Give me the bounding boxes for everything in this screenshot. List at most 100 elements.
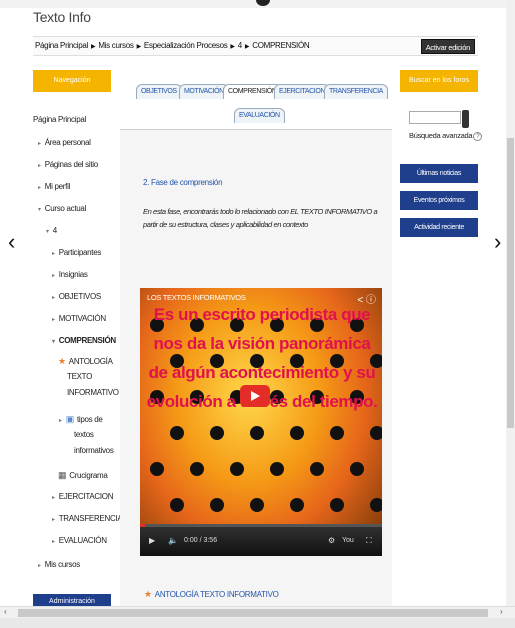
nav-item-course-4[interactable]: ▾ 4 bbox=[46, 226, 57, 235]
antologia-link[interactable]: ★ ANTOLOGÍA TEXTO INFORMATIVO bbox=[144, 589, 279, 600]
collapsed-icon: ▸ bbox=[52, 251, 55, 257]
pattern-dot bbox=[250, 426, 264, 440]
nav-item-label: Páginas del sitio bbox=[44, 160, 98, 169]
recent-activity-block[interactable]: Actividad reciente bbox=[400, 218, 478, 237]
youtube-logo-icon[interactable]: You bbox=[342, 537, 354, 544]
expanded-icon: ▾ bbox=[52, 339, 55, 345]
horizontal-scrollbar[interactable]: ‹ › bbox=[0, 606, 515, 618]
breadcrumb-item-my-courses[interactable]: Mis cursos bbox=[98, 41, 134, 50]
nav-item-label: tipos de bbox=[76, 415, 103, 424]
nav-item-site-pages[interactable]: ▸ Páginas del sitio bbox=[38, 160, 98, 169]
nav-item-comprension[interactable]: ▾ COMPRENSIÓN bbox=[52, 336, 116, 345]
settings-icon[interactable]: ⚙ bbox=[328, 536, 335, 545]
video-progress-fill bbox=[140, 524, 145, 527]
nav-item-label: Mi perfil bbox=[44, 182, 71, 191]
phase-description: En esta fase, encontrarás todo lo relaci… bbox=[143, 207, 378, 229]
scroll-left-icon[interactable]: ‹ bbox=[4, 607, 7, 616]
nav-item-my-profile[interactable]: ▸ Mi perfil bbox=[38, 182, 70, 191]
video-progress-bar[interactable] bbox=[140, 524, 382, 527]
tab-evaluacion[interactable]: EVALUACIÓN bbox=[234, 108, 285, 123]
vertical-scroll-thumb[interactable] bbox=[507, 138, 514, 428]
advanced-search-link[interactable]: Búsqueda avanzada? bbox=[409, 131, 483, 141]
nav-item-label: informativos bbox=[74, 446, 114, 455]
nav-item-evaluacion[interactable]: ▸ EVALUACIÓN bbox=[52, 536, 107, 545]
nav-item-participants[interactable]: ▸ Participantes bbox=[52, 248, 101, 257]
collapsed-icon: ▸ bbox=[38, 563, 41, 569]
top-dot-icon bbox=[256, 0, 270, 6]
upcoming-events-block[interactable]: Eventos próximos bbox=[400, 191, 478, 210]
latest-news-block[interactable]: Últimas noticias bbox=[400, 164, 478, 183]
tab-objetivos[interactable]: OBJETIVOS bbox=[136, 84, 182, 99]
nav-item-antologia[interactable]: ★ ANTOLOGÍA bbox=[58, 356, 113, 367]
nav-item-label: TRANSFERENCIA bbox=[58, 514, 123, 523]
nav-item-label: Mis cursos bbox=[44, 560, 81, 569]
next-page-arrow-icon[interactable]: › bbox=[494, 229, 501, 255]
nav-item-label: COMPRENSIÓN bbox=[58, 336, 116, 345]
nav-item-crucigrama[interactable]: ▦ Crucigrama bbox=[58, 470, 108, 481]
forum-search-input[interactable] bbox=[409, 111, 461, 124]
breadcrumb-separator-icon: ▶ bbox=[136, 44, 142, 50]
vertical-scrollbar[interactable] bbox=[506, 0, 515, 606]
collapsed-icon: ▸ bbox=[52, 517, 55, 523]
nav-item-my-courses[interactable]: ▸ Mis cursos bbox=[38, 560, 80, 569]
nav-item-label: Crucigrama bbox=[69, 471, 108, 480]
breadcrumb-item-section[interactable]: 4 bbox=[238, 41, 242, 50]
scroll-right-icon[interactable]: › bbox=[500, 607, 503, 616]
tab-transferencia[interactable]: TRANSFERENCIA bbox=[324, 84, 388, 99]
breadcrumb-separator-icon: ▶ bbox=[230, 44, 235, 50]
breadcrumb: Página Principal ▶ Mis cursos ▶ Especializac… bbox=[35, 41, 312, 50]
breadcrumb-separator-icon: ▶ bbox=[91, 44, 96, 50]
help-icon[interactable]: ? bbox=[473, 132, 483, 141]
pattern-dot bbox=[210, 498, 224, 512]
nav-item-label: TEXTO bbox=[67, 372, 93, 381]
breadcrumb-item-home[interactable]: Página Principal bbox=[35, 41, 88, 50]
pattern-dot bbox=[190, 462, 204, 476]
forum-search-title[interactable]: Buscar en los foros bbox=[400, 70, 478, 92]
pattern-dot bbox=[290, 426, 304, 440]
nav-item-home[interactable]: Página Principal bbox=[33, 115, 86, 124]
horizontal-scroll-thumb[interactable] bbox=[18, 609, 488, 617]
nav-item-tipos-textos[interactable]: ▸ ▣ tipos de bbox=[59, 414, 103, 425]
nav-item-motivacion[interactable]: ▸ MOTIVACIÓN bbox=[52, 314, 106, 323]
antologia-link-label: ANTOLOGÍA TEXTO INFORMATIVO bbox=[154, 590, 279, 599]
tab-comprension[interactable]: COMPRENSIÓN bbox=[223, 84, 282, 99]
play-control-icon[interactable]: ▶ bbox=[149, 536, 155, 545]
collapsed-icon: ▸ bbox=[38, 141, 41, 147]
nav-item-tipos-textos-line3[interactable]: informativos bbox=[74, 446, 114, 455]
nav-item-current-course[interactable]: ▾ Curso actual bbox=[38, 204, 86, 213]
fullscreen-icon[interactable]: ⛶ bbox=[366, 536, 372, 546]
collapsed-icon: ▸ bbox=[52, 495, 55, 501]
pattern-dot bbox=[370, 498, 382, 512]
pattern-dot bbox=[270, 462, 284, 476]
main-content: OBJETIVOS MOTIVACIÓN COMPRENSIÓN EJERCIT… bbox=[120, 70, 392, 610]
tab-motivacion[interactable]: MOTIVACIÓN bbox=[179, 84, 229, 99]
nav-item-label: Curso actual bbox=[44, 204, 87, 213]
nav-item-tipos-textos-line2[interactable]: textos bbox=[74, 430, 94, 439]
breadcrumb-item-course[interactable]: Especialización Procesos bbox=[144, 41, 228, 50]
nav-item-antologia-line3[interactable]: INFORMATIVO bbox=[67, 388, 119, 397]
pattern-dot bbox=[250, 498, 264, 512]
edit-mode-button[interactable]: Activar edición bbox=[420, 39, 475, 54]
volume-icon[interactable]: 🔈 bbox=[168, 536, 178, 545]
nav-item-objetivos[interactable]: ▸ OBJETIVOS bbox=[52, 292, 101, 301]
nav-item-antologia-line2[interactable]: TEXTO bbox=[67, 372, 92, 381]
nav-item-badges[interactable]: ▸ Insignias bbox=[52, 270, 88, 279]
pattern-dot bbox=[350, 462, 364, 476]
pattern-dot bbox=[370, 426, 382, 440]
nav-item-label: ANTOLOGÍA bbox=[68, 357, 113, 366]
nav-item-label: Área personal bbox=[44, 138, 91, 147]
expanded-icon: ▾ bbox=[38, 207, 41, 213]
tab-ejercitacion[interactable]: EJERCITACION bbox=[274, 84, 331, 99]
search-go-button[interactable] bbox=[462, 110, 469, 128]
nav-item-ejercitacion[interactable]: ▸ EJERCITACION bbox=[52, 492, 114, 501]
play-icon[interactable] bbox=[240, 385, 270, 407]
nav-item-area-personal[interactable]: ▸ Área personal bbox=[38, 138, 91, 147]
prev-page-arrow-icon[interactable]: ‹ bbox=[8, 229, 15, 255]
pattern-dot bbox=[330, 498, 344, 512]
navigation-block: Navegación Página Principal ▸ Área person… bbox=[33, 70, 123, 610]
breadcrumb-bar: Página Principal ▶ Mis cursos ▶ Especializac… bbox=[33, 36, 478, 56]
video-player[interactable]: LOS TEXTOS INFORMATIVOS < ⓘ Es un escrit… bbox=[140, 288, 382, 556]
navigation-title[interactable]: Navegación bbox=[33, 70, 111, 92]
nav-item-transferencia[interactable]: ▸ TRANSFERENCIA bbox=[52, 514, 123, 523]
pattern-dot bbox=[230, 462, 244, 476]
